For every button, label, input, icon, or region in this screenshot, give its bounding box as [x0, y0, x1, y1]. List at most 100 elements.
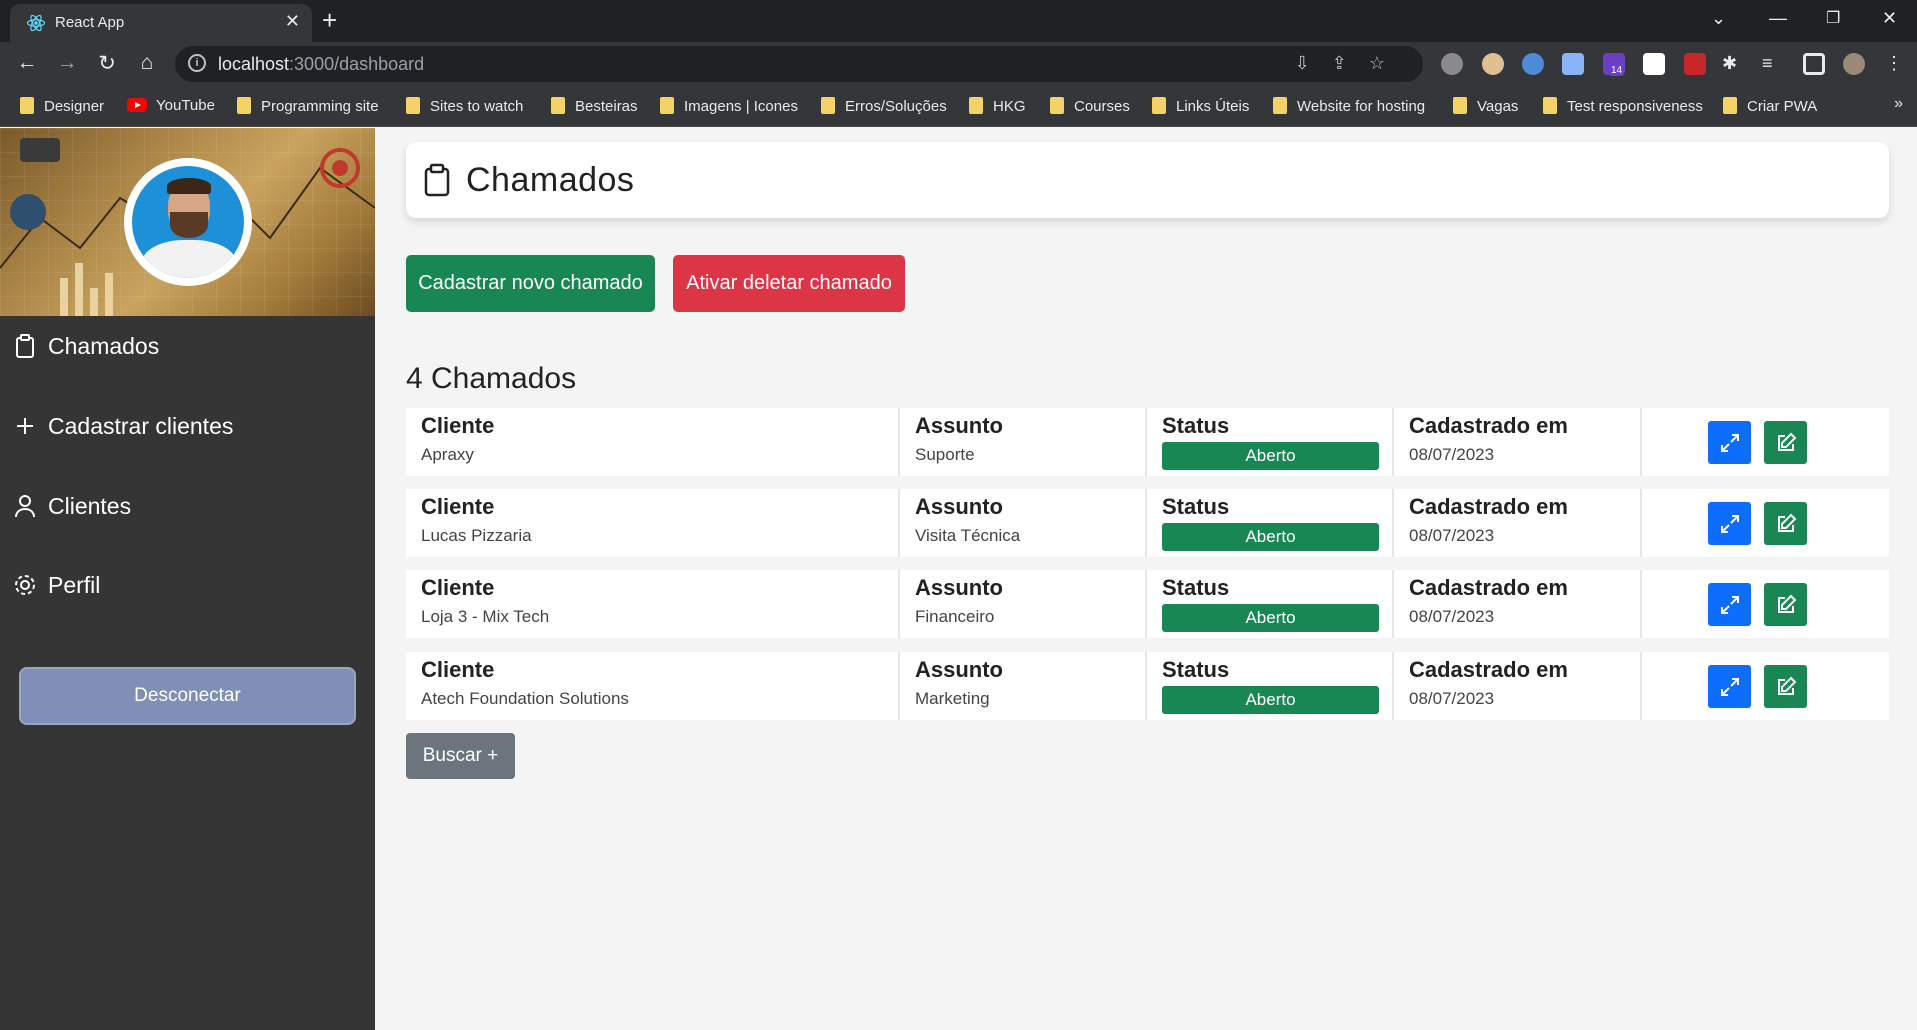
column-label: Status	[1162, 575, 1230, 600]
logout-button[interactable]: Desconectar	[19, 667, 356, 725]
bookmark-besteiras[interactable]: Besteiras	[551, 97, 638, 117]
extension-doc-icon[interactable]	[1562, 53, 1584, 75]
tab-search-chevron-icon[interactable]: ⌄	[1711, 8, 1726, 29]
bookmark-youtube[interactable]: YouTube	[127, 97, 215, 117]
bookmark-label: Designer	[44, 98, 105, 115]
delete-ticket-toggle-button[interactable]: Ativar deletar chamado	[673, 255, 905, 312]
client-cell: Cliente Loja 3 - Mix Tech	[406, 570, 900, 638]
view-ticket-button[interactable]	[1708, 665, 1751, 708]
url-text[interactable]: localhost:3000/dashboard	[218, 54, 424, 75]
window-close-icon[interactable]: ✕	[1882, 8, 1897, 29]
profile-avatar-icon[interactable]	[1843, 53, 1865, 75]
sidebar: Chamados Cadastrar clientes Clientes Per…	[0, 128, 375, 1030]
folder-icon	[1453, 97, 1467, 114]
status-badge: Aberto	[1162, 523, 1379, 551]
bookmark-star-icon[interactable]: ☆	[1369, 53, 1407, 73]
new-tab-button[interactable]: +	[322, 5, 337, 36]
bookmark-test-responsiveness[interactable]: Test responsiveness	[1543, 97, 1703, 117]
view-ticket-button[interactable]	[1708, 583, 1751, 626]
folder-icon	[1050, 97, 1064, 114]
edit-ticket-button[interactable]	[1764, 583, 1807, 626]
avatar	[124, 158, 252, 286]
edit-icon	[1777, 676, 1796, 695]
bookmark-label: Sites to watch	[430, 98, 524, 115]
browser-toolbar: ← → ↻ ⌂ i localhost:3000/dashboard ⇩⇪☆ 1…	[0, 42, 1917, 87]
ticket-count: 4 Chamados	[406, 362, 577, 395]
minimize-icon[interactable]: —	[1769, 8, 1787, 29]
bookmarks-overflow-icon[interactable]: »	[1894, 95, 1903, 113]
sidebar-item-clientes[interactable]: Clientes	[12, 488, 131, 524]
browser-menu-icon[interactable]: ⋮	[1883, 53, 1905, 75]
install-icon[interactable]: ⇩	[1295, 53, 1332, 73]
bookmark-links-uteis[interactable]: Links Úteis	[1152, 97, 1249, 117]
clipboard-icon	[12, 333, 38, 359]
search-more-button[interactable]: Buscar +	[406, 733, 515, 779]
column-label: Status	[1162, 657, 1230, 682]
table-row: Cliente Loja 3 - Mix Tech Assunto Financ…	[406, 570, 1889, 638]
client-name: Apraxy	[421, 445, 474, 464]
bookmark-label: Erros/Soluções	[845, 98, 947, 115]
extension-b-icon[interactable]	[1643, 53, 1665, 75]
share-icon[interactable]: ⇪	[1332, 53, 1369, 73]
forward-icon[interactable]: →	[53, 51, 81, 75]
bookmark-label: Test responsiveness	[1567, 98, 1703, 115]
actions-cell	[1642, 570, 1889, 638]
table-row: Cliente Apraxy Assunto Suporte Status Ab…	[406, 408, 1889, 476]
view-ticket-button[interactable]	[1708, 421, 1751, 464]
status-badge: Aberto	[1162, 686, 1379, 714]
table-row: Cliente Atech Foundation Solutions Assun…	[406, 652, 1889, 720]
edit-ticket-button[interactable]	[1764, 421, 1807, 464]
folder-icon	[1152, 97, 1166, 114]
extension-face-icon[interactable]	[1482, 53, 1504, 75]
bookmark-label: HKG	[993, 98, 1026, 115]
folder-icon	[1273, 97, 1287, 114]
edit-ticket-button[interactable]	[1764, 665, 1807, 708]
subject-value: Marketing	[915, 689, 990, 708]
bookmark-designer[interactable]: Designer	[20, 97, 104, 117]
sidebar-item-cadastrar-clientes[interactable]: Cadastrar clientes	[12, 408, 233, 444]
bookmark-hkg[interactable]: HKG	[969, 97, 1026, 117]
bookmark-programming-site[interactable]: Programming site	[237, 97, 379, 117]
folder-icon	[1723, 97, 1737, 114]
actions-cell	[1642, 489, 1889, 557]
restore-icon[interactable]: ❐	[1826, 8, 1840, 28]
bookmark-courses[interactable]: Courses	[1050, 97, 1130, 117]
tab-close-icon[interactable]: ✕	[285, 11, 300, 32]
extensions-puzzle-icon[interactable]: ✱	[1722, 53, 1744, 75]
new-ticket-button[interactable]: Cadastrar novo chamado	[406, 255, 655, 312]
site-info-icon[interactable]: i	[188, 54, 206, 72]
column-label: Status	[1162, 413, 1230, 438]
sidebar-item-chamados[interactable]: Chamados	[12, 328, 159, 364]
column-label: Cadastrado em	[1409, 413, 1568, 438]
client-name: Loja 3 - Mix Tech	[421, 607, 550, 626]
side-panel-icon[interactable]	[1803, 53, 1825, 75]
bookmark-imagens-icones[interactable]: Imagens | Icones	[660, 97, 798, 117]
view-ticket-button[interactable]	[1708, 502, 1751, 545]
back-icon[interactable]: ←	[13, 51, 41, 75]
home-icon[interactable]: ⌂	[133, 51, 161, 75]
subject-cell: Assunto Visita Técnica	[900, 489, 1147, 557]
subject-value: Financeiro	[915, 607, 995, 626]
extension-badge-icon[interactable]: 14	[1603, 53, 1625, 76]
bookmark-criar-pwa[interactable]: Criar PWA	[1723, 97, 1817, 117]
address-bar-actions: ⇩⇪☆	[1295, 53, 1407, 74]
bookmark-sites-to-watch[interactable]: Sites to watch	[406, 97, 523, 117]
sidebar-item-perfil[interactable]: Perfil	[12, 567, 100, 603]
page-header: Chamados	[406, 142, 1889, 218]
extension-pen-icon[interactable]	[1684, 53, 1706, 75]
subject-cell: Assunto Suporte	[900, 408, 1147, 476]
bookmark-erros-solucoes[interactable]: Erros/Soluções	[821, 97, 947, 117]
bookmark-website-for-hosting[interactable]: Website for hosting	[1273, 97, 1425, 117]
reload-icon[interactable]: ↻	[93, 51, 121, 76]
bookmark-vagas[interactable]: Vagas	[1453, 97, 1518, 117]
date-value: 08/07/2023	[1409, 607, 1495, 626]
status-badge: Aberto	[1162, 604, 1379, 632]
extension-gear-icon[interactable]	[1441, 53, 1463, 75]
edit-ticket-button[interactable]	[1764, 502, 1807, 545]
column-label: Assunto	[915, 413, 1003, 438]
folder-icon	[237, 97, 251, 114]
extension-circle-icon[interactable]	[1522, 53, 1544, 75]
media-queue-icon[interactable]: ≡	[1762, 53, 1784, 75]
address-bar[interactable]: i localhost:3000/dashboard ⇩⇪☆	[175, 46, 1423, 82]
browser-tab[interactable]: React App ✕	[10, 4, 312, 42]
